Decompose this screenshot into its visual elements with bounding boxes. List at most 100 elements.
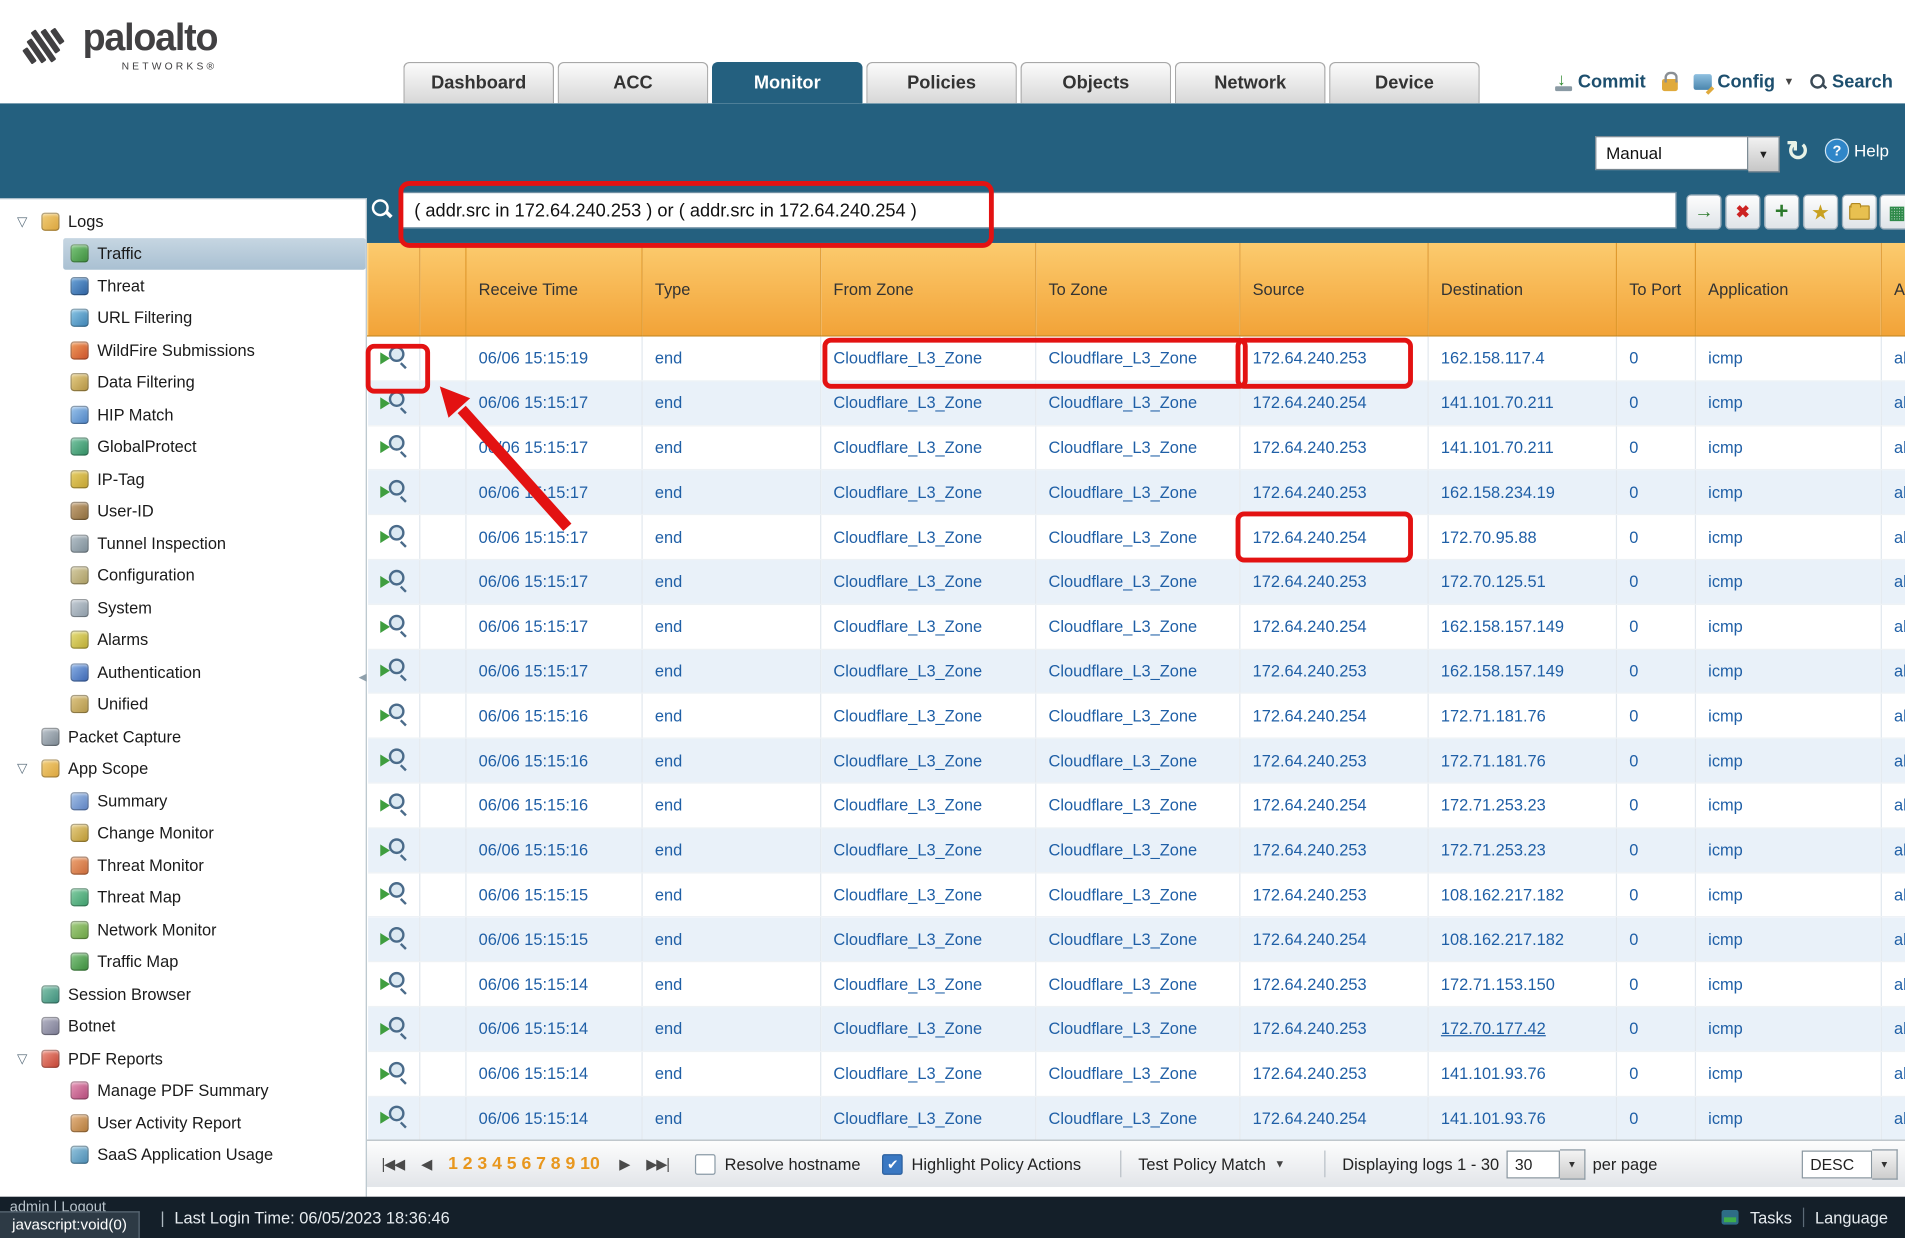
- log-row[interactable]: 06/06 15:15:14endCloudflare_L3_ZoneCloud…: [368, 1051, 1905, 1096]
- sidebar-item-session-browser[interactable]: ▽Session Browser: [0, 978, 366, 1010]
- log-detail-magnifier-icon[interactable]: [381, 1061, 407, 1082]
- tab-network[interactable]: Network: [1175, 62, 1326, 103]
- tab-dashboard[interactable]: Dashboard: [403, 62, 554, 103]
- sidebar-item-user-activity-report[interactable]: User Activity Report: [0, 1107, 366, 1139]
- log-row[interactable]: 06/06 15:15:16endCloudflare_L3_ZoneCloud…: [368, 694, 1905, 739]
- log-row[interactable]: 06/06 15:15:16endCloudflare_L3_ZoneCloud…: [368, 783, 1905, 828]
- lock-icon[interactable]: [1661, 79, 1677, 91]
- column-a[interactable]: A: [1881, 243, 1905, 336]
- log-detail-magnifier-icon[interactable]: [381, 838, 407, 859]
- column-receive-time[interactable]: Receive Time: [466, 243, 642, 336]
- log-detail-magnifier-icon[interactable]: [381, 1017, 407, 1038]
- column-application[interactable]: Application: [1695, 243, 1881, 336]
- page-number-7[interactable]: 7: [536, 1154, 546, 1173]
- sidebar-item-manage-pdf-summary[interactable]: Manage PDF Summary: [0, 1075, 366, 1107]
- log-detail-magnifier-icon[interactable]: [381, 525, 407, 546]
- log-detail-magnifier-icon[interactable]: [381, 614, 407, 635]
- sidebar-item-url-filtering[interactable]: URL Filtering: [0, 302, 366, 334]
- apply-filter-button[interactable]: →: [1686, 194, 1721, 229]
- sidebar-item-pdf-reports[interactable]: ▽PDF Reports: [0, 1042, 366, 1074]
- test-policy-match-dropdown[interactable]: Test Policy Match ▼: [1138, 1155, 1285, 1173]
- sidebar-item-saas-application-usage[interactable]: SaaS Application Usage: [0, 1139, 366, 1171]
- sidebar-item-alarms[interactable]: Alarms: [0, 624, 366, 656]
- log-row[interactable]: 06/06 15:15:17endCloudflare_L3_ZoneCloud…: [368, 470, 1905, 515]
- commit-button[interactable]: Commit: [1555, 71, 1646, 92]
- first-page-button[interactable]: |◀◀: [381, 1155, 404, 1172]
- sidebar-item-summary[interactable]: Summary: [0, 785, 366, 817]
- sidebar-item-app-scope[interactable]: ▽App Scope: [0, 753, 366, 785]
- next-page-button[interactable]: ▶: [619, 1155, 629, 1172]
- log-row[interactable]: 06/06 15:15:17endCloudflare_L3_ZoneCloud…: [368, 425, 1905, 470]
- refresh-icon[interactable]: ↻: [1786, 134, 1809, 168]
- log-row[interactable]: 06/06 15:15:14endCloudflare_L3_ZoneCloud…: [368, 962, 1905, 1007]
- log-row[interactable]: 06/06 15:15:16endCloudflare_L3_ZoneCloud…: [368, 738, 1905, 783]
- prev-page-button[interactable]: ◀: [421, 1155, 431, 1172]
- last-page-button[interactable]: ▶▶|: [646, 1155, 669, 1172]
- sidebar-item-hip-match[interactable]: HIP Match: [0, 398, 366, 430]
- tab-acc[interactable]: ACC: [558, 62, 709, 103]
- sidebar-item-threat-map[interactable]: Threat Map: [0, 881, 366, 913]
- sidebar-item-tunnel-inspection[interactable]: Tunnel Inspection: [0, 527, 366, 559]
- sort-order-select[interactable]: DESC ▼: [1802, 1149, 1898, 1179]
- log-detail-magnifier-icon[interactable]: [381, 570, 407, 591]
- page-number-6[interactable]: 6: [521, 1154, 531, 1173]
- sidebar-item-threat[interactable]: Threat: [0, 270, 366, 302]
- log-row[interactable]: 06/06 15:15:17endCloudflare_L3_ZoneCloud…: [368, 381, 1905, 426]
- sidebar-item-wildfire-submissions[interactable]: WildFire Submissions: [0, 334, 366, 366]
- log-row[interactable]: 06/06 15:15:14endCloudflare_L3_ZoneCloud…: [368, 1096, 1905, 1140]
- add-filter-button[interactable]: +: [1764, 194, 1799, 229]
- sidebar-item-traffic-map[interactable]: Traffic Map: [0, 946, 366, 978]
- sidebar-item-packet-capture[interactable]: ▽Packet Capture: [0, 720, 366, 752]
- page-number-9[interactable]: 9: [565, 1154, 575, 1173]
- filter-query-input[interactable]: [401, 192, 1677, 228]
- column-to-port[interactable]: To Port: [1616, 243, 1695, 336]
- sidebar-item-traffic[interactable]: Traffic: [63, 238, 366, 270]
- column-destination[interactable]: Destination: [1428, 243, 1616, 336]
- column-type[interactable]: Type: [642, 243, 821, 336]
- log-detail-magnifier-icon[interactable]: [381, 480, 407, 501]
- sidebar-item-user-id[interactable]: User-ID: [0, 495, 366, 527]
- log-row[interactable]: 06/06 15:15:14endCloudflare_L3_ZoneCloud…: [368, 1007, 1905, 1052]
- log-detail-magnifier-icon[interactable]: [381, 346, 407, 367]
- log-row[interactable]: 06/06 15:15:15endCloudflare_L3_ZoneCloud…: [368, 872, 1905, 917]
- destination-link[interactable]: 172.70.177.42: [1441, 1020, 1546, 1038]
- resolve-hostname-checkbox[interactable]: [696, 1154, 717, 1175]
- log-row[interactable]: 06/06 15:15:15endCloudflare_L3_ZoneCloud…: [368, 917, 1905, 962]
- config-dropdown[interactable]: Config ▼: [1693, 71, 1794, 92]
- tree-expander-icon[interactable]: ▽: [17, 214, 41, 230]
- page-number-5[interactable]: 5: [507, 1154, 517, 1173]
- per-page-select[interactable]: 30 ▼: [1506, 1149, 1585, 1179]
- help-button[interactable]: ? Help: [1825, 139, 1889, 163]
- highlight-policy-actions-checkbox[interactable]: [882, 1154, 903, 1175]
- export-logs-button[interactable]: ▦: [1879, 194, 1905, 229]
- log-detail-magnifier-icon[interactable]: [381, 883, 407, 904]
- tree-expander-icon[interactable]: ▽: [17, 761, 41, 777]
- page-number-1[interactable]: 1: [448, 1154, 458, 1173]
- log-row[interactable]: 06/06 15:15:17endCloudflare_L3_ZoneCloud…: [368, 649, 1905, 694]
- sidebar-item-unified[interactable]: Unified: [0, 688, 366, 720]
- log-detail-magnifier-icon[interactable]: [381, 659, 407, 680]
- log-row[interactable]: 06/06 15:15:17endCloudflare_L3_ZoneCloud…: [368, 515, 1905, 560]
- refresh-interval-dropdown-button[interactable]: ▼: [1748, 136, 1780, 172]
- sidebar-item-system[interactable]: System: [0, 592, 366, 624]
- sidebar-item-botnet[interactable]: ▽Botnet: [0, 1010, 366, 1042]
- log-row[interactable]: 06/06 15:15:17endCloudflare_L3_ZoneCloud…: [368, 604, 1905, 649]
- sidebar-item-data-filtering[interactable]: Data Filtering: [0, 366, 366, 398]
- sidebar-item-authentication[interactable]: Authentication: [0, 656, 366, 688]
- log-detail-magnifier-icon[interactable]: [381, 391, 407, 412]
- log-detail-magnifier-icon[interactable]: [381, 927, 407, 948]
- sidebar-collapse-handle[interactable]: ◄: [356, 671, 369, 686]
- sidebar-item-logs[interactable]: ▽Logs: [0, 205, 366, 237]
- page-number-8[interactable]: 8: [551, 1154, 561, 1173]
- tab-objects[interactable]: Objects: [1021, 62, 1172, 103]
- page-number-3[interactable]: 3: [477, 1154, 487, 1173]
- log-detail-magnifier-icon[interactable]: [381, 748, 407, 769]
- log-detail-magnifier-icon[interactable]: [381, 972, 407, 993]
- sidebar-item-globalprotect[interactable]: GlobalProtect: [0, 431, 366, 463]
- log-detail-magnifier-icon[interactable]: [381, 1106, 407, 1127]
- load-filter-button[interactable]: [1842, 194, 1877, 229]
- clear-filter-button[interactable]: ✖: [1725, 194, 1760, 229]
- log-row[interactable]: 06/06 15:15:19endCloudflare_L3_ZoneCloud…: [368, 336, 1905, 381]
- log-detail-magnifier-icon[interactable]: [381, 793, 407, 814]
- sidebar-item-configuration[interactable]: Configuration: [0, 559, 366, 591]
